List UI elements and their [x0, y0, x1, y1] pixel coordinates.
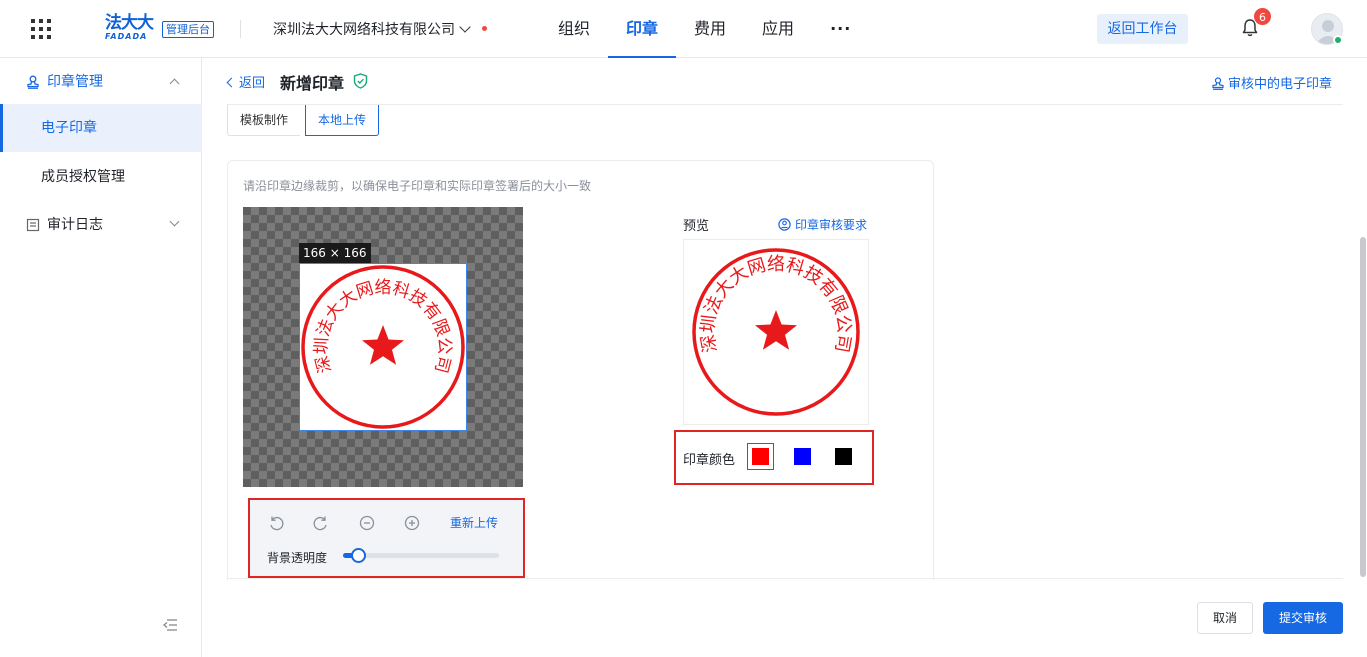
- reviewing-stamps-label: 审核中的电子印章: [1228, 77, 1333, 92]
- review-requirements-label: 印章审核要求: [795, 218, 868, 232]
- company-name: 深圳法大大网络科技有限公司: [273, 22, 455, 38]
- admin-badge: 管理后台: [162, 21, 214, 38]
- log-icon: [26, 218, 40, 232]
- chevron-down-icon: [169, 216, 180, 227]
- apps-grid-icon[interactable]: [31, 19, 51, 39]
- crop-tools-panel: [248, 498, 525, 578]
- sidebar: 印章管理 电子印章 成员授权管理 审计日志: [0, 58, 202, 657]
- main-nav: 组织 印章 费用 应用 ···: [540, 0, 869, 58]
- cancel-button[interactable]: 取消: [1197, 602, 1253, 634]
- divider: [240, 20, 241, 38]
- chevron-up-icon: [169, 78, 180, 89]
- color-swatch-fill: [752, 448, 769, 465]
- reupload-button[interactable]: 重新上传: [450, 514, 498, 531]
- divider: [227, 578, 1343, 579]
- review-requirements-link[interactable]: 印章审核要求: [778, 216, 867, 233]
- page-title: 新增印章: [280, 74, 345, 93]
- top-bar: 法大大 FADADA 管理后台 深圳法大大网络科技有限公司 组织 印章 费用 应用 ··…: [0, 0, 1367, 58]
- zoom-out-icon[interactable]: [359, 515, 375, 531]
- stamp-icon: [1212, 77, 1224, 90]
- back-label: 返回: [239, 76, 266, 91]
- rotate-left-icon[interactable]: [268, 515, 284, 531]
- preview-label: 预览: [683, 219, 710, 234]
- color-red-swatch[interactable]: [747, 443, 774, 470]
- rotate-right-icon[interactable]: [313, 515, 329, 531]
- sidebar-group-label: 印章管理: [47, 74, 103, 90]
- color-black-swatch[interactable]: [830, 443, 857, 470]
- nav-item-stamp[interactable]: 印章: [608, 0, 677, 58]
- color-swatch-fill: [835, 448, 852, 465]
- back-to-workbench-button[interactable]: 返回工作台: [1097, 14, 1188, 44]
- color-swatch-fill: [794, 448, 811, 465]
- crop-selection[interactable]: 深圳法大大网络科技有限公司: [299, 263, 467, 431]
- stamp-preview-image: 深圳法大大网络科技有限公司: [692, 248, 860, 416]
- reviewing-stamps-link[interactable]: 审核中的电子印章: [1212, 73, 1332, 92]
- nav-item-organization[interactable]: 组织: [540, 0, 608, 58]
- nav-item-billing[interactable]: 费用: [676, 0, 744, 58]
- stamp-icon: [27, 75, 39, 89]
- tab-template-create[interactable]: 模板制作: [227, 105, 301, 136]
- online-status-dot: [1333, 35, 1343, 45]
- shield-check-icon: [353, 73, 368, 89]
- color-blue-swatch[interactable]: [789, 443, 816, 470]
- crop-size-label: 166 × 166: [299, 243, 371, 263]
- badge-icon: [778, 218, 791, 231]
- nav-item-apps[interactable]: 应用: [744, 0, 812, 58]
- tab-local-upload[interactable]: 本地上传: [305, 105, 380, 136]
- collapse-sidebar-icon[interactable]: [163, 619, 177, 631]
- opacity-label: 背景透明度: [267, 551, 328, 565]
- stamp-color-label: 印章颜色: [683, 453, 736, 468]
- opacity-slider-track[interactable]: [343, 553, 499, 558]
- red-dot-indicator: [482, 26, 487, 31]
- nav-more-button[interactable]: ···: [812, 0, 869, 58]
- sidebar-group-stamp-management[interactable]: 印章管理: [0, 60, 202, 104]
- fadada-logo[interactable]: 法大大 FADADA: [105, 15, 154, 42]
- sidebar-item-electronic-stamp[interactable]: 电子印章: [0, 104, 202, 152]
- chevron-left-icon: [226, 77, 237, 88]
- stamp-image: 深圳法大大网络科技有限公司: [301, 265, 465, 429]
- back-link[interactable]: 返回: [226, 72, 266, 91]
- company-switcher[interactable]: 深圳法大大网络科技有限公司: [273, 19, 471, 39]
- notification-badge: 6: [1253, 7, 1272, 26]
- chevron-down-icon: [459, 21, 471, 33]
- divider: [227, 104, 1343, 105]
- sidebar-group-audit-log[interactable]: 审计日志: [0, 203, 202, 247]
- scrollbar[interactable]: [1360, 237, 1366, 577]
- sidebar-group-label: 审计日志: [47, 217, 103, 233]
- stamp-preview: 深圳法大大网络科技有限公司: [683, 239, 869, 425]
- zoom-in-icon[interactable]: [404, 515, 420, 531]
- submit-review-button[interactable]: 提交审核: [1263, 602, 1343, 634]
- sidebar-item-member-authorization[interactable]: 成员授权管理: [0, 153, 202, 201]
- opacity-slider-handle[interactable]: [351, 548, 367, 563]
- crop-tip: 请沿印章边缘裁剪，以确保电子印章和实际印章签署后的大小一致: [243, 179, 592, 193]
